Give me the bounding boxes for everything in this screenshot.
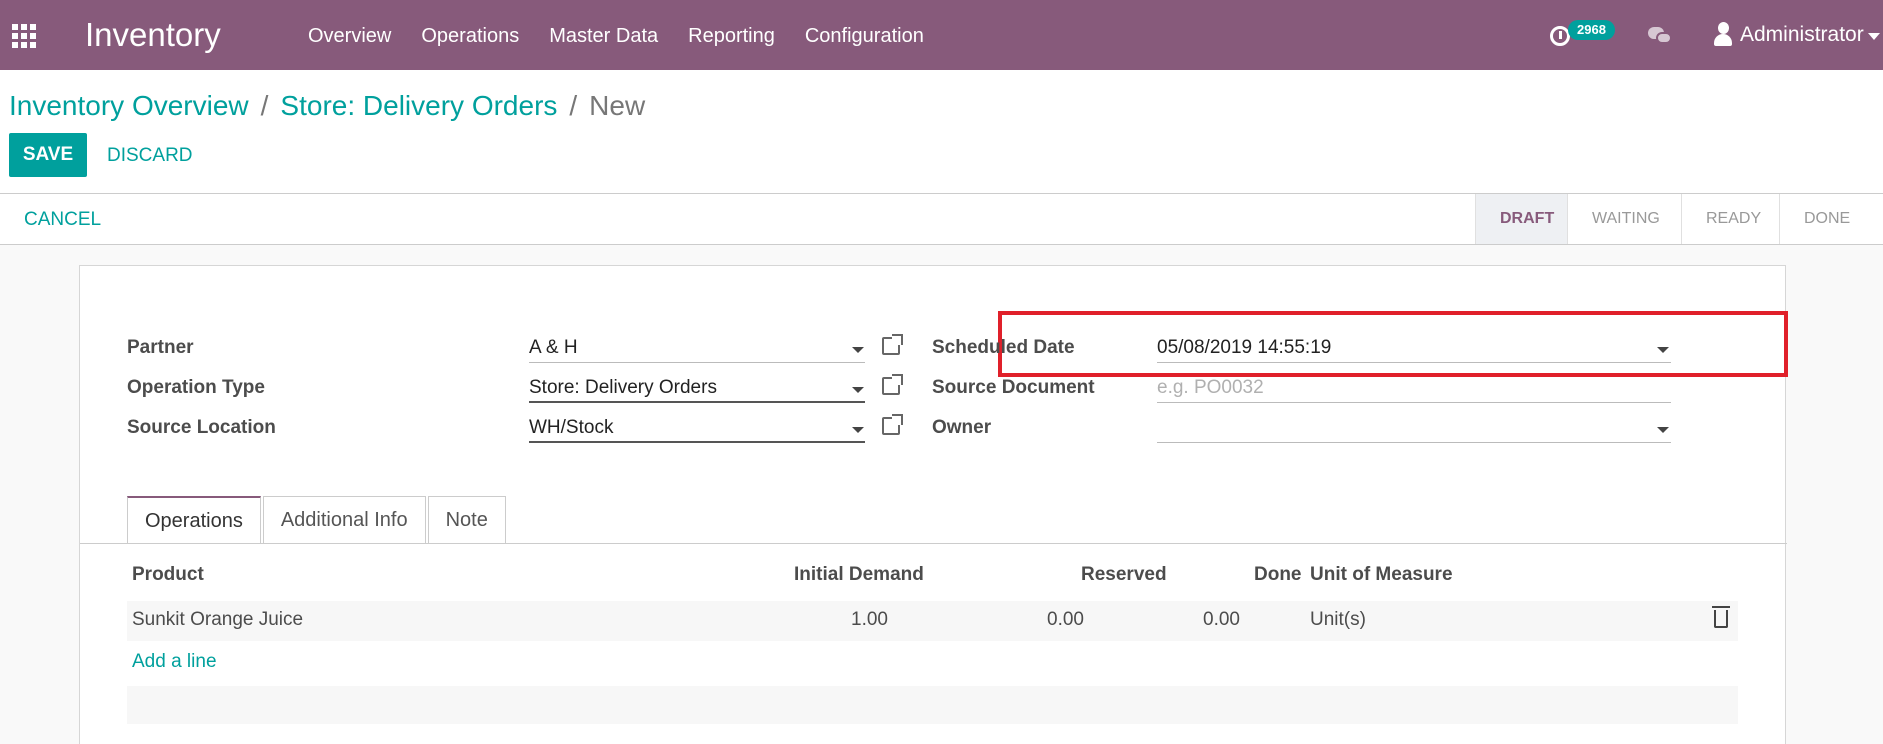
breadcrumb-separator: / [260,90,269,121]
caret-down-icon[interactable] [1657,347,1669,353]
menu-overview[interactable]: Overview [308,22,391,48]
column-initial-demand[interactable]: Initial Demand [794,564,924,586]
discard-button[interactable]: DISCARD [107,145,193,167]
caret-down-icon[interactable] [1657,427,1669,433]
form-sheet: Partner A & H Operation Type Store: Deli… [79,265,1788,744]
external-link-icon[interactable] [882,374,903,395]
external-link-icon[interactable] [882,414,903,435]
breadcrumb-delivery-orders[interactable]: Store: Delivery Orders [280,90,557,122]
operation-type-field[interactable]: Store: Delivery Orders [529,373,865,403]
breadcrumb-separator: / [569,90,578,121]
stage-ready: READY [1681,194,1779,244]
tab-operations[interactable]: Operations [127,496,261,544]
column-done[interactable]: Done [1254,564,1302,586]
source-document-label: Source Document [932,377,1095,398]
table-empty-row [127,686,1738,724]
caret-down-icon[interactable] [852,387,864,393]
chat-bubbles-icon[interactable] [1648,27,1672,45]
column-product[interactable]: Product [132,564,204,586]
partner-label: Partner [127,337,194,358]
column-reserved[interactable]: Reserved [1081,564,1167,586]
cell-reserved[interactable]: 0.00 [1047,609,1084,631]
main-menu: Overview Operations Master Data Reportin… [308,22,954,48]
menu-operations[interactable]: Operations [421,22,519,48]
user-menu[interactable]: Administrator [1740,23,1864,47]
table-row[interactable]: Sunkit Orange Juice 1.00 0.00 0.00 Unit(… [127,601,1738,641]
stage-pipeline: DRAFT WAITING READY DONE [1475,194,1875,244]
app-title: Inventory [85,16,221,53]
caret-down-icon[interactable] [852,347,864,353]
cell-done[interactable]: 0.00 [1203,609,1240,631]
cell-product[interactable]: Sunkit Orange Juice [132,609,303,631]
tabs-divider [80,543,1787,544]
stage-waiting: WAITING [1567,194,1681,244]
tab-additional-info[interactable]: Additional Info [262,496,426,544]
menu-reporting[interactable]: Reporting [688,22,775,48]
status-bar: CANCEL DRAFT WAITING READY DONE [0,194,1883,245]
apps-grid-icon[interactable] [10,22,36,48]
save-button[interactable]: SAVE [9,133,87,177]
activity-count-badge[interactable]: 2968 [1568,20,1615,40]
owner-label: Owner [932,417,992,438]
trash-icon[interactable] [1712,606,1730,628]
stage-done: DONE [1779,194,1875,244]
external-link-icon[interactable] [882,334,903,355]
tab-note[interactable]: Note [427,496,506,544]
breadcrumb-current: New [589,90,646,121]
caret-down-icon[interactable] [852,427,864,433]
control-panel: Inventory Overview / Store: Delivery Ord… [0,70,1883,194]
source-document-field[interactable]: e.g. PO0032 [1157,373,1671,403]
add-line-link[interactable]: Add a line [132,651,217,673]
menu-master-data[interactable]: Master Data [549,22,658,48]
partner-field[interactable]: A & H [529,333,865,363]
cell-unit-of-measure[interactable]: Unit(s) [1310,609,1366,631]
caret-down-icon[interactable] [1868,33,1880,40]
breadcrumb: Inventory Overview / Store: Delivery Ord… [9,90,645,122]
cancel-button[interactable]: CANCEL [24,209,101,231]
cell-initial-demand[interactable]: 1.00 [851,609,888,631]
scheduled-date-label: Scheduled Date [932,337,1075,358]
menu-configuration[interactable]: Configuration [805,22,924,48]
top-navbar: Inventory Overview Operations Master Dat… [0,0,1883,70]
source-location-label: Source Location [127,417,276,438]
user-icon[interactable] [1713,22,1733,48]
source-location-field[interactable]: WH/Stock [529,413,865,443]
column-unit-of-measure[interactable]: Unit of Measure [1310,564,1453,586]
notebook-tabs: Operations Additional Info Note [127,496,508,544]
stage-draft: DRAFT [1475,194,1567,244]
scheduled-date-field[interactable]: 05/08/2019 14:55:19 [1157,333,1671,363]
owner-field[interactable] [1157,413,1671,443]
breadcrumb-inventory-overview[interactable]: Inventory Overview [9,90,249,122]
operation-type-label: Operation Type [127,377,265,398]
